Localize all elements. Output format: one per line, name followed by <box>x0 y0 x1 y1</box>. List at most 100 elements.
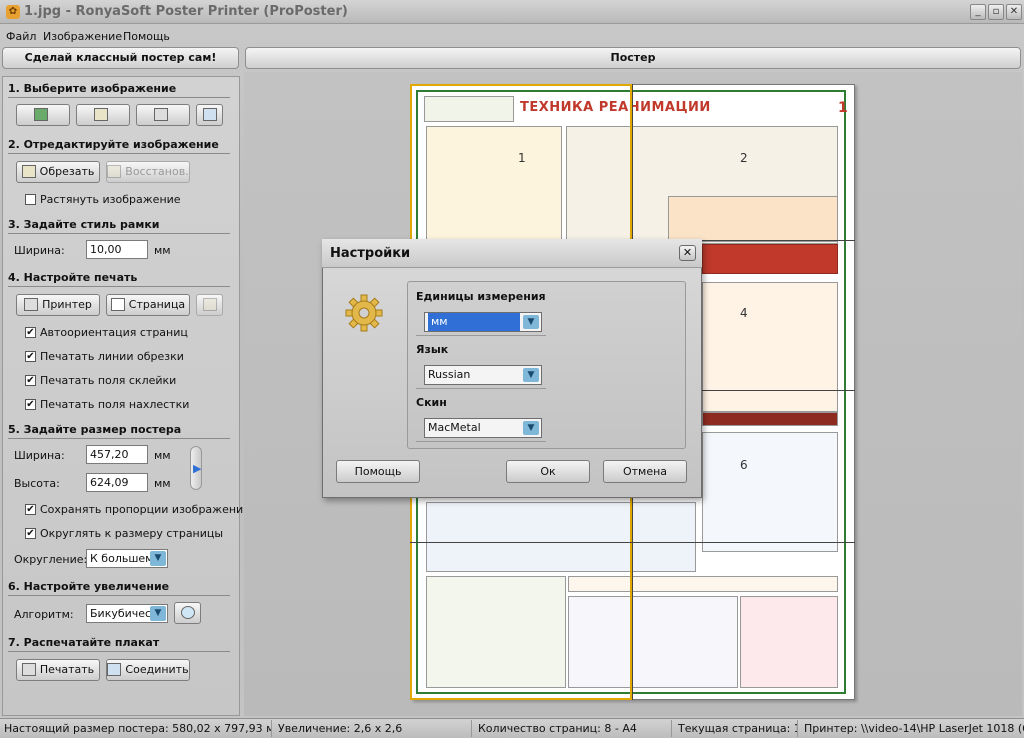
dialog-help-button[interactable]: Помощь <box>336 460 420 483</box>
language-value: Russian <box>428 368 471 381</box>
skin-value: MacMetal <box>428 421 481 434</box>
stretch-checkbox[interactable] <box>25 194 36 205</box>
printer-button[interactable]: Принтер <box>16 294 100 316</box>
minimize-icon[interactable]: _ <box>970 4 986 20</box>
section-frame-style: 3. Задайте стиль рамки <box>8 218 160 231</box>
crop-button[interactable]: Обрезать <box>16 161 100 183</box>
divider <box>8 651 230 652</box>
paste-image-button[interactable] <box>76 104 130 126</box>
page-number-label: 2 <box>740 151 748 165</box>
frame-width-input[interactable]: 10,00 <box>86 240 148 259</box>
cut-lines-label: Печатать линии обрезки <box>40 350 184 363</box>
round-page-checkbox[interactable]: ✔ <box>25 528 36 539</box>
cut-lines-checkbox[interactable]: ✔ <box>25 351 36 362</box>
printer-icon <box>24 297 39 311</box>
language-label: Язык <box>416 343 449 356</box>
divider <box>416 388 546 389</box>
chevron-down-icon[interactable]: ▼ <box>150 551 166 566</box>
page-label: Страница <box>128 298 186 311</box>
auto-orientation-checkbox[interactable]: ✔ <box>25 327 36 338</box>
status-current-page: Текущая страница: 1 <box>674 720 798 737</box>
zoom-preview-button[interactable] <box>174 602 201 624</box>
maximize-icon[interactable]: ▫ <box>988 4 1004 20</box>
chevron-down-icon[interactable]: ▼ <box>150 606 166 621</box>
page-extra-button[interactable] <box>196 294 223 316</box>
poster-note-block <box>668 196 838 242</box>
external-link-icon <box>202 107 217 121</box>
status-pages: Количество страниц: 8 - A4 <box>474 720 672 737</box>
section-print-poster: 7. Распечатайте плакат <box>8 636 160 649</box>
print-label: Печатать <box>39 663 95 676</box>
restore-icon <box>107 164 122 178</box>
join-icon <box>107 662 122 676</box>
divider <box>8 97 230 98</box>
menu-help[interactable]: Помощь <box>123 30 170 43</box>
dialog-cancel-button[interactable]: Отмена <box>603 460 687 483</box>
app-icon: ✿ <box>6 5 20 19</box>
glue-margins-label: Печатать поля склейки <box>40 374 177 387</box>
page-icon <box>110 297 125 311</box>
restore-button[interactable]: Восстанов. <box>106 161 190 183</box>
open-image-button[interactable] <box>16 104 70 126</box>
rounding-label: Округление: <box>14 553 88 566</box>
copy-icon <box>202 297 217 311</box>
crop-label: Обрезать <box>39 165 95 178</box>
language-select[interactable]: Russian ▼ <box>424 365 542 385</box>
restore-label: Восстанов. <box>125 165 189 178</box>
poster-width-input[interactable]: 457,20 <box>86 445 148 464</box>
units-value: мм <box>428 313 520 331</box>
poster-warning-block <box>702 244 838 274</box>
auto-orientation-label: Автоориентация страниц <box>40 326 188 339</box>
units-label: Единицы измерения <box>416 290 546 303</box>
section-print-setup: 4. Настройте печать <box>8 271 138 284</box>
page-setup-button[interactable]: Страница <box>106 294 190 316</box>
join-button[interactable]: Соединить <box>106 659 190 681</box>
menu-image[interactable]: Изображение <box>43 30 122 43</box>
frame-width-label: Ширина: <box>14 244 65 257</box>
stretch-label: Растянуть изображение <box>40 193 181 206</box>
algorithm-value: Бикубическ <box>90 607 158 620</box>
divider <box>8 438 230 439</box>
dialog-close-icon[interactable]: ✕ <box>679 245 696 261</box>
window-title: 1.jpg - RonyaSoft Poster Printer (ProPos… <box>24 4 348 19</box>
poster-cpr-block <box>702 432 838 552</box>
poster-banner <box>702 412 838 426</box>
page-number-label: 4 <box>740 306 748 320</box>
printer-label: Принтер <box>42 298 92 311</box>
round-page-label: Округлять к размеру страницы <box>40 527 224 540</box>
scan-image-button[interactable] <box>136 104 190 126</box>
poster-height-input[interactable]: 624,09 <box>86 473 148 492</box>
section-edit-image: 2. Отредактируйте изображение <box>8 138 219 151</box>
divider <box>416 335 546 336</box>
dialog-ok-button[interactable]: Ок <box>506 460 590 483</box>
crop-icon <box>21 164 36 178</box>
external-image-button[interactable] <box>196 104 223 126</box>
close-icon[interactable]: ✕ <box>1006 4 1022 20</box>
poster-height-label: Высота: <box>14 477 60 490</box>
skin-select[interactable]: MacMetal ▼ <box>424 418 542 438</box>
glue-margins-checkbox[interactable]: ✔ <box>25 375 36 386</box>
overlap-margins-checkbox[interactable]: ✔ <box>25 399 36 410</box>
divider <box>8 595 230 596</box>
height-unit: мм <box>154 477 171 490</box>
magnifier-icon <box>180 605 195 619</box>
keep-ratio-checkbox[interactable]: ✔ <box>25 504 36 515</box>
clipboard-icon <box>94 107 108 121</box>
left-panel-header: Сделай классный постер сам! <box>2 47 239 69</box>
overlap-margins-label: Печатать поля нахлестки <box>40 398 190 411</box>
section-zoom: 6. Настройте увеличение <box>8 580 170 593</box>
scanner-icon <box>154 107 168 121</box>
poster-heart-block <box>702 282 838 412</box>
rounding-value: К большем <box>90 552 154 565</box>
printer-icon <box>21 662 36 676</box>
join-label: Соединить <box>125 663 189 676</box>
chevron-down-icon: ▼ <box>523 368 539 382</box>
cut-line-horizontal <box>410 542 855 543</box>
print-button[interactable]: Печатать <box>16 659 100 681</box>
image-icon <box>34 107 48 121</box>
gear-icon <box>342 291 386 335</box>
section-select-image: 1. Выберите изображение <box>8 82 177 95</box>
units-select[interactable]: мм ▼ <box>424 312 542 332</box>
status-zoom: Увеличение: 2,6 x 2,6 <box>274 720 472 737</box>
menu-file[interactable]: Файл <box>6 30 36 43</box>
